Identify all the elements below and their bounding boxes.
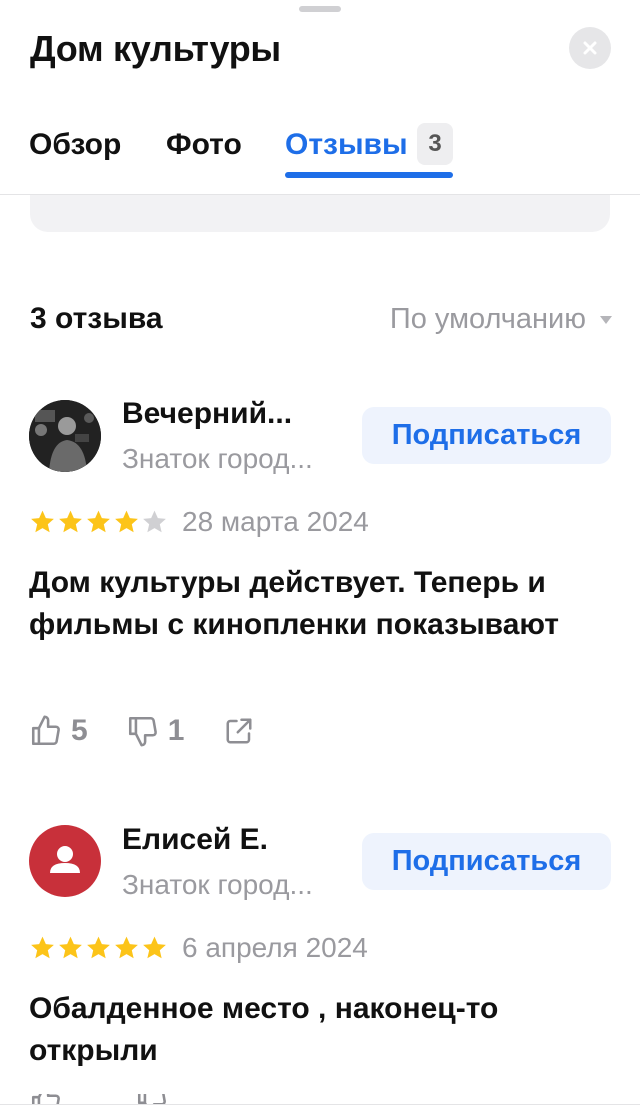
subscribe-button[interactable]: Подписаться	[362, 833, 611, 890]
sort-dropdown[interactable]: По умолчанию	[390, 303, 612, 336]
active-tab-indicator	[285, 172, 453, 178]
page-title: Дом культуры	[30, 28, 281, 69]
star-filled-icon	[115, 936, 138, 959]
user-icon	[50, 846, 80, 873]
author-name[interactable]: Вечерний...	[122, 397, 292, 431]
author-role: Знаток город...	[122, 869, 313, 900]
thumbs-up-icon	[31, 715, 60, 746]
tab-overview[interactable]: Обзор	[29, 128, 121, 162]
review-date: 6 апреля 2024	[182, 932, 368, 963]
star-filled-icon	[87, 510, 110, 533]
thumbs-down-icon	[128, 716, 157, 747]
star-filled-icon	[31, 510, 54, 533]
tab-photos[interactable]: Фото	[166, 128, 242, 162]
star-filled-icon	[87, 936, 110, 959]
share-icon	[226, 718, 252, 744]
close-button[interactable]	[569, 27, 611, 69]
star-filled-icon	[143, 936, 166, 959]
star-filled-icon	[31, 936, 54, 959]
star-filled-icon	[115, 510, 138, 533]
author-name[interactable]: Елисей Е.	[122, 823, 268, 857]
review-reactions: 5 1	[29, 714, 254, 748]
like-button[interactable]: 5	[29, 714, 88, 748]
review-date: 28 марта 2024	[182, 506, 369, 537]
star-filled-icon	[59, 510, 82, 533]
tab-bar: Обзор Фото Отзывы 3	[0, 122, 640, 194]
review-text: Обалденное место , наконец-то открыли	[29, 992, 499, 1067]
dislikes-count: 1	[167, 714, 185, 747]
drag-handle[interactable]	[299, 6, 341, 12]
tab-reviews[interactable]: Отзывы	[285, 128, 408, 162]
rating-stars	[29, 509, 168, 535]
dislike-button[interactable]: 1	[126, 714, 185, 748]
avatar[interactable]	[29, 825, 101, 897]
subscribe-button[interactable]: Подписаться	[362, 407, 611, 464]
rating-stars	[29, 935, 168, 961]
likes-count: 5	[71, 714, 88, 747]
tabs-divider	[0, 194, 640, 195]
author-role: Знаток город...	[122, 443, 313, 474]
review-text: Дом культуры действует. Теперь и фильмы …	[29, 566, 559, 641]
caret-down-icon	[600, 315, 612, 324]
star-filled-icon	[59, 936, 82, 959]
reviews-count-title: 3 отзыва	[30, 302, 163, 335]
sort-label: По умолчанию	[389, 303, 586, 335]
avatar[interactable]	[29, 400, 101, 472]
reviews-count-badge: 3	[417, 123, 453, 165]
share-button[interactable]	[224, 716, 254, 746]
user-photo-icon	[29, 400, 101, 472]
close-icon	[583, 41, 597, 55]
star-empty-icon	[143, 510, 166, 533]
